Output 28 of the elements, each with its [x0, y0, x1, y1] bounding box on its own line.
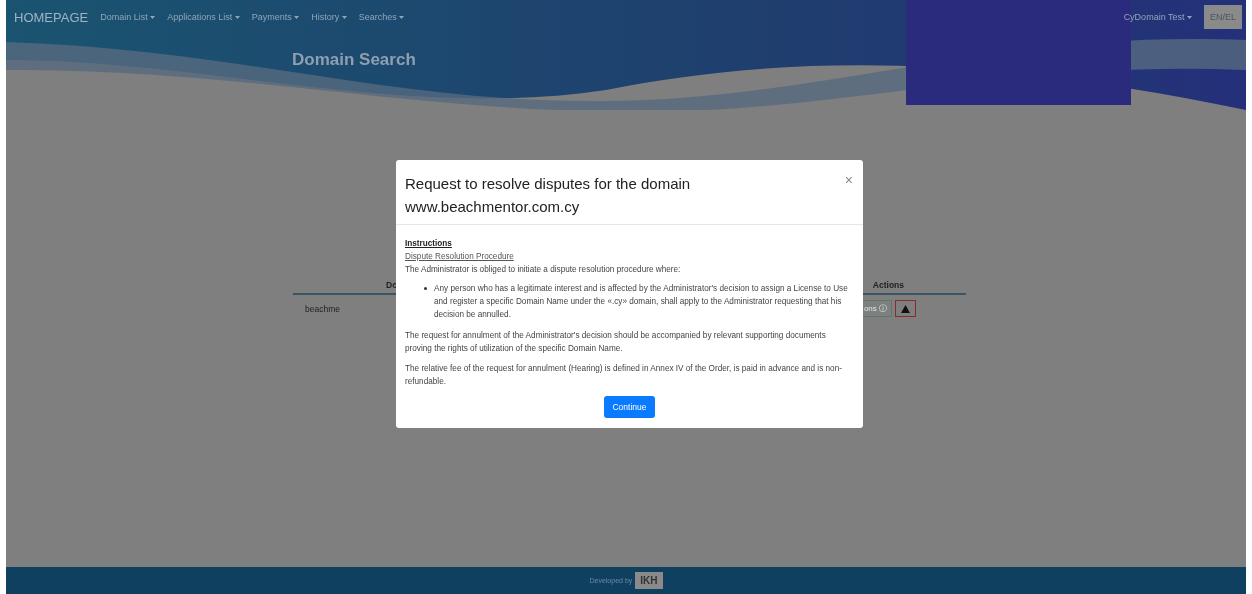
nav-menu[interactable]: Searches — [358, 12, 405, 22]
language-button[interactable]: EN/EL — [1204, 5, 1242, 29]
dialog-title: Request to resolve disputes for the domain www.beachmentor.com.cy — [405, 174, 692, 217]
continue-button[interactable]: Continue — [604, 396, 655, 418]
paragraph: The relative fee of the request for annulment (Hearing) is defined in Annex IV of the Order, is paid in advance and is non-refundable. — [405, 363, 843, 388]
caret-icon — [294, 16, 300, 20]
nav-menu[interactable]: Domain List — [100, 12, 156, 22]
caret-icon — [341, 16, 347, 20]
nav-menu[interactable]: Applications List — [167, 12, 240, 22]
nav-menu[interactable]: Payments — [251, 12, 300, 22]
paragraph: The request for annulment of the Administrator's decision should be accompanied by relevant supporting documents proving the rights of utilization of the specific Domain Name. — [405, 330, 827, 355]
intro-text: The Administrator is obliged to initiate a dispute resolution procedure where: — [405, 264, 682, 276]
caret-icon — [150, 16, 156, 20]
warning-icon — [901, 304, 910, 313]
warning-button[interactable] — [895, 300, 916, 317]
procedure-link[interactable]: Dispute Resolution Procedure — [405, 252, 514, 261]
caret-icon — [399, 16, 405, 20]
user-menu[interactable]: CyDomain Test — [1123, 12, 1192, 22]
caret-icon — [234, 16, 240, 20]
table-cell: beachme — [305, 303, 340, 314]
column-header: Actions — [872, 280, 904, 290]
close-button[interactable]: × — [844, 172, 853, 188]
nav-menu[interactable]: History — [311, 12, 347, 22]
caret-icon — [1187, 16, 1192, 20]
developer-logo: IKH — [635, 572, 663, 589]
instructions-heading: Instructions — [405, 238, 453, 250]
page-title: Domain Search — [292, 50, 417, 70]
homepage-link[interactable]: HOMEPAGE — [14, 9, 89, 25]
